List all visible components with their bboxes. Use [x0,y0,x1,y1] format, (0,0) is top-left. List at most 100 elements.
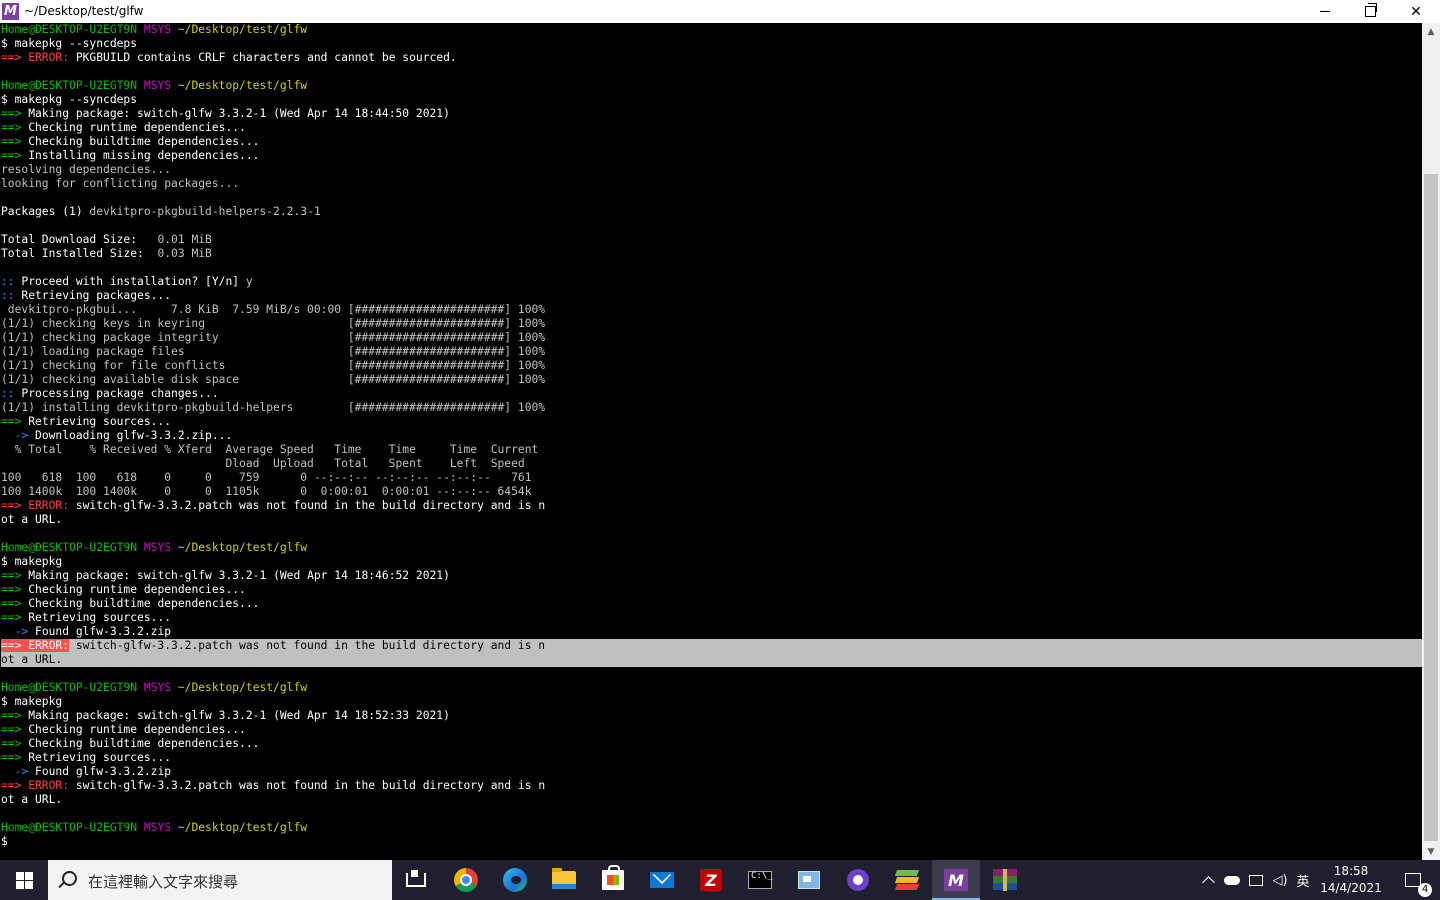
file-explorer-button[interactable] [540,860,588,900]
mail-button[interactable] [638,860,686,900]
chrome-button[interactable] [442,860,490,900]
msys2-app-icon[interactable]: M [2,3,19,20]
winrar-button[interactable] [981,860,1029,900]
terminal-line: Home@DESKTOP-U2EGT9N MSYS ~/Desktop/test… [1,821,1422,835]
close-button[interactable]: ✕ [1393,0,1439,23]
taskbar-search-box[interactable]: 在這裡輸入文字來搜尋 [48,860,392,900]
github-desktop-button[interactable] [834,860,882,900]
speaker-icon: ◁) [1272,872,1288,888]
terminal-line: ==> Retrieving sources... [1,611,1422,625]
network-tray-button[interactable] [1245,860,1267,900]
file-explorer-icon [552,868,576,889]
terminal-text-segment: ==> [1,569,29,582]
task-view-button[interactable] [392,860,440,900]
terminal-text-segment: ==> [1,135,29,148]
chevron-up-icon [1201,876,1215,889]
terminal-text-segment: ==> [1,583,29,596]
terminal-text-segment: Home@DESKTOP-U2EGT9N [1,23,144,36]
terminal-line: ==> ERROR: switch-glfw-3.3.2.patch was n… [1,499,1422,513]
terminal-text-segment: ot a URL. [1,653,63,666]
terminal-text-segment: ~/Desktop/test/glfw [177,79,308,92]
scroll-up-arrow-icon[interactable]: ▲ [1422,23,1440,40]
volume-tray-button[interactable]: ◁) [1268,860,1292,900]
terminal-text-segment: ==> [1,597,29,610]
microsoft-store-button[interactable] [589,860,637,900]
terminal-line: ==> Making package: switch-glfw 3.3.2-1 … [1,709,1422,723]
command-prompt-button[interactable]: C:\_ [736,860,784,900]
input-method-button[interactable]: 英 [1293,860,1313,900]
terminal-line: ==> Checking runtime dependencies... [1,723,1422,737]
terminal-line: ot a URL. [1,793,1422,807]
terminal-text-segment: ==> ERROR: [1,499,76,512]
edge-icon [503,868,527,892]
filezilla-button[interactable]: Z [687,860,735,900]
terminal-text-segment: :: [1,289,22,302]
terminal-text-segment: % Total % Received % Xferd Average Speed… [1,443,539,456]
vertical-scrollbar[interactable]: ▲ ▼ [1422,23,1440,860]
terminal-text-segment: Checking buildtime dependencies... [28,135,260,148]
bluestacks-button[interactable] [883,860,931,900]
restore-button[interactable] [1347,0,1393,23]
cloud-icon [1224,875,1240,885]
close-icon: ✕ [1410,3,1422,20]
msys2-taskbar-button[interactable]: M [932,860,980,900]
terminal-text-segment: $ makepkg --syncdeps [1,93,138,106]
control-panel-icon [798,871,820,889]
terminal-text-segment: (1/1) checking available disk space [###… [1,373,546,386]
terminal-text-segment: Home@DESKTOP-U2EGT9N [1,821,144,834]
terminal-lines: Home@DESKTOP-U2EGT9N MSYS ~/Desktop/test… [1,23,1422,849]
terminal-text-segment: Packages (1) [1,205,90,218]
terminal-text-segment: :: [1,387,22,400]
terminal-line: Total Download Size: 0.01 MiB [1,233,1422,247]
terminal-text-segment: Installing missing dependencies... [28,149,260,162]
terminal-text-segment: ==> [1,611,29,624]
terminal-text-segment: switch-glfw-3.3.2.patch was not found in… [75,779,546,792]
scroll-down-arrow-icon[interactable]: ▼ [1422,843,1440,860]
control-panel-button[interactable] [785,860,833,900]
terminal-text-segment: MSYS [143,541,178,554]
terminal-line: ==> Checking runtime dependencies... [1,121,1422,135]
terminal-text-segment: looking for conflicting packages... [1,177,240,190]
terminal-line: -> Downloading glfw-3.3.2.zip... [1,429,1422,443]
terminal-line: devkitpro-pkgbui... 7.8 KiB 7.59 MiB/s 0… [1,303,1422,317]
terminal-line: $ makepkg [1,695,1422,709]
terminal-line: ==> Checking buildtime dependencies... [1,737,1422,751]
terminal-line: looking for conflicting packages... [1,177,1422,191]
terminal-text-segment: ~/Desktop/test/glfw [177,821,308,834]
terminal-text-segment: Making package: switch-glfw 3.3.2-1 (Wed… [28,709,450,722]
terminal-output[interactable]: Home@DESKTOP-U2EGT9N MSYS ~/Desktop/test… [0,23,1422,860]
minimize-button[interactable] [1302,0,1348,23]
terminal-text-segment: $ makepkg --syncdeps [1,37,138,50]
terminal-text-segment: Making package: switch-glfw 3.3.2-1 (Wed… [28,569,450,582]
terminal-text-segment: Checking runtime dependencies... [28,121,246,134]
start-button[interactable] [0,860,48,900]
terminal-text-segment: Checking runtime dependencies... [28,583,246,596]
window-title-bar[interactable]: M ~/Desktop/test/glfw ✕ [0,0,1440,23]
terminal-text-segment: (1/1) loading package files [###########… [1,345,546,358]
terminal-text-segment: ~/Desktop/test/glfw [177,541,308,554]
show-hidden-icons-button[interactable] [1198,860,1218,900]
taskbar-clock[interactable]: 18:58 14/4/2021 [1316,863,1386,897]
terminal-line: :: Retrieving packages... [1,289,1422,303]
terminal-line: (1/1) checking available disk space [###… [1,373,1422,387]
terminal-line: Home@DESKTOP-U2EGT9N MSYS ~/Desktop/test… [1,681,1422,695]
onedrive-tray-button[interactable] [1221,860,1243,900]
terminal-line: ot a URL. [1,513,1422,527]
terminal-text-segment: Checking runtime dependencies... [28,723,246,736]
action-center-button[interactable]: 4 [1396,860,1432,900]
terminal-text-segment: switch-glfw-3.3.2.patch was not found in… [75,499,546,512]
clock-date: 14/4/2021 [1320,881,1382,895]
command-prompt-icon: C:\_ [748,871,773,889]
terminal-line-selected: ot a URL. [1,653,1422,667]
edge-button[interactable] [491,860,539,900]
terminal-text-segment: Home@DESKTOP-U2EGT9N [1,79,144,92]
terminal-text-segment: Total Installed Size: [1,247,151,260]
terminal-text-segment: $ [1,835,8,848]
terminal-text-segment: Retrieving packages... [21,289,172,302]
scroll-thumb[interactable] [1424,174,1438,841]
terminal-text-segment: devkitpro-pkgbuild-helpers-2.2.3-1 [89,205,321,218]
